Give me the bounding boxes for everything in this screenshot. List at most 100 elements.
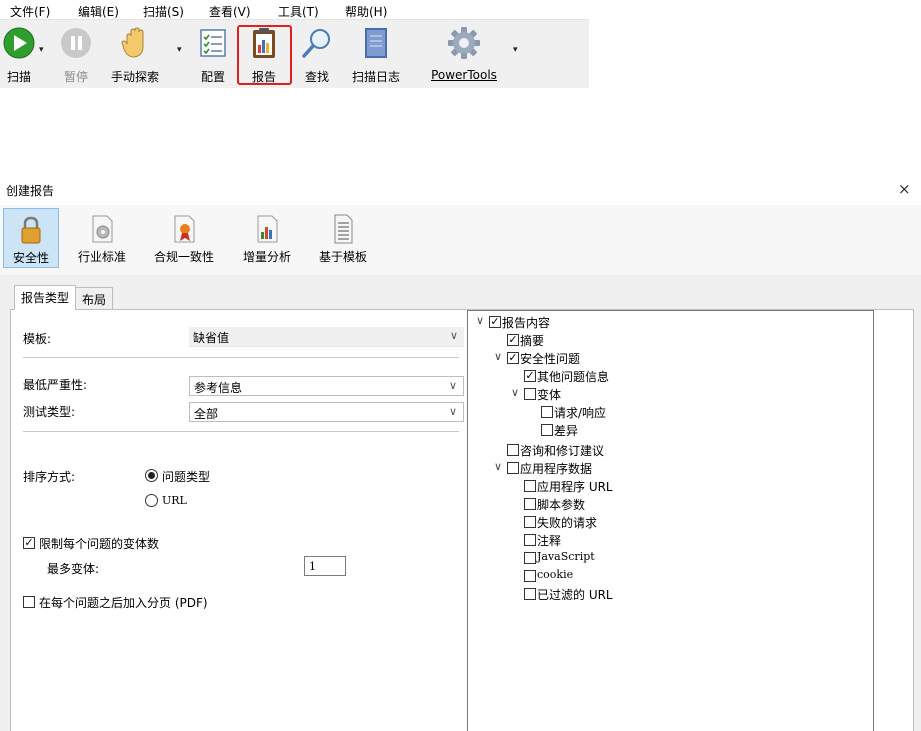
tree-checkbox[interactable]: ✓ [507,352,519,364]
sort-issue-type-label: 问题类型 [162,470,211,484]
tree-checkbox[interactable] [507,444,519,456]
limit-variants-label: 限制每个问题的变体数 [39,537,160,551]
tree-checkbox[interactable] [524,534,536,546]
scan-button[interactable]: 扫描 [0,24,38,84]
tree-checkbox[interactable] [524,498,536,510]
tree-checkbox[interactable] [507,462,519,474]
menu-edit[interactable]: 编辑(E) [78,3,119,20]
chevron-down-icon: ∨ [448,405,457,418]
scan-log-button[interactable]: 扫描日志 [346,24,406,84]
min-severity-select[interactable]: 参考信息 ∨ [189,376,464,396]
toolbar: 扫描 ▾ 暂停 手动探索 ▾ 配置 报告 查找 扫描日志 PowerTools … [0,20,589,88]
min-severity-label: 最低严重性: [23,378,88,392]
category-template-based-label: 基于模板 [318,250,367,264]
find-label: 查找 [304,70,329,84]
tree-checkbox[interactable]: ✓ [507,334,519,346]
tree-checkbox[interactable] [524,570,536,582]
page-break-checkbox[interactable] [23,596,35,608]
pause-button[interactable]: 暂停 [56,24,96,84]
scan-dropdown-icon[interactable]: ▾ [39,45,44,55]
document-gear-icon [92,215,113,243]
divider [23,357,459,358]
padlock-icon [21,216,41,244]
category-compliance[interactable]: 合规一致性 [146,208,222,268]
category-compliance-label: 合规一致性 [153,250,214,264]
menu-file[interactable]: 文件(F) [10,3,50,20]
category-industry-standard[interactable]: 行业标准 [72,208,132,268]
report-category-bar: 安全性 行业标准 合规一致性 增量分析 基于模板 [0,205,921,275]
category-delta-analysis[interactable]: 增量分析 [236,208,298,268]
max-variants-label: 最多变体: [47,562,100,576]
config-label: 配置 [200,70,225,84]
test-type-label: 测试类型: [23,405,76,419]
document-ribbon-icon [174,215,195,243]
tree-checkbox[interactable] [524,516,536,528]
scan-label: 扫描 [6,70,31,84]
manual-explore-dropdown-icon[interactable]: ▾ [177,45,182,55]
powertools-label: PowerTools [431,68,497,82]
tree-checkbox[interactable] [541,406,553,418]
tab-layout[interactable]: 布局 [75,287,114,309]
menu-view[interactable]: 查看(V) [209,3,251,20]
config-button[interactable]: 配置 [194,24,232,84]
sort-url-radio[interactable] [145,494,158,507]
gear-icon [448,27,480,59]
powertools-dropdown-icon[interactable]: ▾ [513,45,518,55]
document-chart-icon [257,215,278,243]
sort-label: 排序方式: [23,470,76,484]
tree-checkbox[interactable] [541,424,553,436]
menu-bar: 文件(F) 编辑(E) 扫描(S) 查看(V) 工具(T) 帮助(H) [0,0,589,20]
chevron-down-icon: ∨ [448,379,457,392]
pause-icon [61,28,91,58]
page-break-label: 在每个问题之后加入分页 (PDF) [39,596,208,610]
tab-report-type[interactable]: 报告类型 [14,285,77,310]
report-options-pane: 模板: 缺省值 ∨ 最低严重性: 参考信息 ∨ 测试类型: 全部 ∨ 排序方式:… [11,310,466,731]
powertools-button[interactable]: PowerTools [422,24,506,84]
checklist-icon [200,29,226,57]
report-type-panel: 模板: 缺省值 ∨ 最低严重性: 参考信息 ∨ 测试类型: 全部 ∨ 排序方式:… [10,309,914,731]
tree-checkbox[interactable]: ✓ [489,316,501,328]
tab-area: 报告类型 布局 模板: 缺省值 ∨ 最低严重性: 参考信息 ∨ 测试类型: 全部… [0,275,921,731]
document-lines-icon [334,214,353,244]
chevron-down-icon: ∨ [449,329,458,342]
manual-explore-button[interactable]: 手动探索 [104,24,166,84]
report-highlight-frame [237,25,292,85]
play-icon [3,27,35,59]
min-severity-value: 参考信息 [194,381,243,395]
tree-checkbox[interactable] [524,388,536,400]
hand-icon [121,27,144,58]
tree-checkbox[interactable]: ✓ [524,370,536,382]
template-select[interactable]: 缺省值 ∨ [189,327,464,347]
menu-scan[interactable]: 扫描(S) [143,3,184,20]
close-icon[interactable]: × [898,180,911,198]
scan-log-label: 扫描日志 [351,70,400,84]
sort-issue-type-radio[interactable] [145,469,158,482]
menu-help[interactable]: 帮助(H) [345,3,387,20]
menu-tools[interactable]: 工具(T) [278,3,319,20]
manual-explore-label: 手动探索 [110,70,159,84]
sort-url-label: URL [162,494,187,507]
max-variants-input[interactable]: 1 [304,556,346,576]
template-label: 模板: [23,332,52,346]
app-window: 文件(F) 编辑(E) 扫描(S) 查看(V) 工具(T) 帮助(H) 扫描 ▾… [0,0,589,88]
chevron-down-icon[interactable]: ∨ [476,314,484,327]
category-security[interactable]: 安全性 [3,208,59,268]
category-delta-analysis-label: 增量分析 [242,250,291,264]
category-security-label: 安全性 [12,251,49,265]
test-type-select[interactable]: 全部 ∨ [189,402,464,422]
template-value: 缺省值 [193,331,230,345]
tree-checkbox[interactable] [524,480,536,492]
divider [23,431,459,432]
find-button[interactable]: 查找 [298,24,336,84]
chevron-down-icon[interactable]: ∨ [494,460,502,473]
chevron-down-icon[interactable]: ∨ [511,386,519,399]
tree-checkbox[interactable] [524,588,536,600]
tree-checkbox[interactable] [524,552,536,564]
limit-variants-checkbox[interactable]: ✓ [23,537,35,549]
dialog-title: 创建报告 [6,184,55,198]
notebook-icon [365,28,387,58]
magnifier-icon [302,29,330,58]
pause-label: 暂停 [63,70,88,84]
category-template-based[interactable]: 基于模板 [312,208,374,268]
chevron-down-icon[interactable]: ∨ [494,350,502,363]
